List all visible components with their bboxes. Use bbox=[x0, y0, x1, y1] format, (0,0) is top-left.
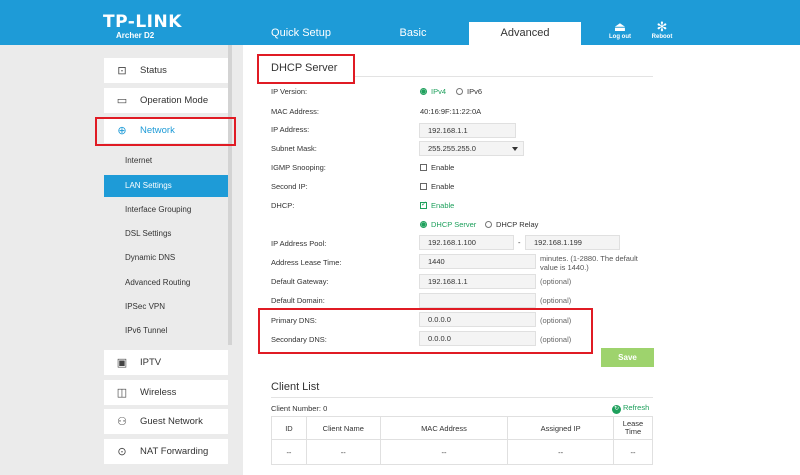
ip-pool-start-field[interactable]: 192.168.1.100 bbox=[419, 235, 514, 250]
mac-address-label: MAC Address: bbox=[271, 107, 319, 116]
lease-time-field[interactable]: 1440 bbox=[419, 254, 536, 269]
table-row: -- -- -- -- -- bbox=[271, 439, 653, 465]
sidebar-sub-advanced-routing[interactable]: Advanced Routing bbox=[104, 272, 228, 294]
default-domain-field[interactable] bbox=[419, 293, 536, 308]
reboot-icon: ✻ bbox=[656, 19, 668, 34]
dhcp-enable-checkbox[interactable]: Enable bbox=[420, 200, 454, 210]
status-icon: ⊡ bbox=[117, 65, 127, 77]
table-cell: -- bbox=[507, 439, 615, 465]
ip-address-label: IP Address: bbox=[271, 125, 310, 134]
logout-button[interactable]: ⏏ Log out bbox=[605, 19, 635, 41]
mac-address-value: 40:16:9F:11:22:0A bbox=[420, 107, 482, 116]
ip-pool-label: IP Address Pool: bbox=[271, 239, 327, 248]
table-cell: -- bbox=[379, 439, 509, 465]
top-bar: TP-LINK Archer D2 Quick Setup Basic Adva… bbox=[0, 0, 800, 45]
checkbox-icon bbox=[420, 164, 427, 171]
sidebar-item-nat-forwarding[interactable]: ⊙ NAT Forwarding bbox=[104, 439, 228, 464]
sidebar-sub-lan-settings[interactable]: LAN Settings bbox=[104, 175, 228, 197]
sidebar-item-status[interactable]: ⊡ Status bbox=[104, 58, 228, 83]
title-highlight-box bbox=[257, 54, 355, 84]
refresh-button[interactable]: ↻ Refresh bbox=[612, 403, 649, 414]
sidebar-sub-ipv6-tunnel[interactable]: IPv6 Tunnel bbox=[104, 320, 228, 342]
column-header-lease-time: Lease Time bbox=[613, 416, 653, 440]
ip-version-label: IP Version: bbox=[271, 87, 308, 96]
table-header-row: ID Client Name MAC Address Assigned IP L… bbox=[271, 416, 653, 440]
client-list-divider bbox=[271, 397, 653, 398]
dhcp-server-radio[interactable]: DHCP Server bbox=[420, 220, 476, 229]
client-number-label: Client Number: 0 bbox=[271, 404, 328, 413]
tv-icon: ▣ bbox=[116, 357, 128, 369]
chevron-down-icon bbox=[512, 147, 518, 151]
second-ip-label: Second IP: bbox=[271, 182, 308, 191]
wireless-icon: ◫ bbox=[116, 387, 128, 399]
default-gateway-label: Default Gateway: bbox=[271, 277, 329, 286]
ipv6-radio[interactable]: IPv6 bbox=[456, 87, 482, 96]
sidebar-item-iptv[interactable]: ▣ IPTV bbox=[104, 350, 228, 375]
model-name: Archer D2 bbox=[116, 31, 155, 40]
sidebar-scrollbar[interactable] bbox=[228, 45, 232, 345]
ipv4-radio[interactable]: IPv4 bbox=[420, 87, 446, 96]
radio-unchecked-icon bbox=[456, 88, 463, 95]
sidebar-item-wireless[interactable]: ◫ Wireless bbox=[104, 380, 228, 405]
ip-pool-separator: - bbox=[518, 238, 521, 247]
domain-optional-hint: (optional) bbox=[540, 296, 572, 305]
second-ip-enable-checkbox[interactable]: Enable bbox=[420, 182, 454, 191]
nat-icon: ⊙ bbox=[117, 446, 127, 458]
subnet-mask-select[interactable]: 255.255.255.0 bbox=[419, 141, 524, 156]
monitor-icon: ▭ bbox=[116, 95, 128, 107]
sidebar-sub-dynamic-dns[interactable]: Dynamic DNS bbox=[104, 247, 228, 269]
logout-icon: ⏏ bbox=[613, 19, 627, 34]
lease-time-label: Address Lease Time: bbox=[271, 258, 342, 267]
title-divider bbox=[355, 76, 653, 77]
igmp-snooping-label: IGMP Snooping: bbox=[271, 163, 326, 172]
subnet-mask-label: Subnet Mask: bbox=[271, 144, 317, 153]
column-header-assigned-ip: Assigned IP bbox=[507, 416, 615, 440]
lease-time-note: minutes. (1-2880. The default value is 14… bbox=[540, 254, 638, 272]
radio-unchecked-icon bbox=[485, 221, 492, 228]
default-domain-label: Default Domain: bbox=[271, 296, 325, 305]
radio-checked-icon bbox=[420, 88, 427, 95]
table-cell: -- bbox=[305, 439, 381, 465]
checkbox-checked-icon bbox=[420, 200, 427, 209]
network-highlight-box bbox=[95, 117, 236, 146]
sidebar-item-operation-mode[interactable]: ▭ Operation Mode bbox=[104, 88, 228, 113]
sidebar-sub-internet[interactable]: Internet bbox=[104, 150, 228, 172]
ip-address-field[interactable]: 192.168.1.1 bbox=[419, 123, 516, 138]
dhcp-label: DHCP: bbox=[271, 201, 295, 210]
dns-highlight-box bbox=[258, 308, 593, 354]
table-cell: -- bbox=[613, 439, 653, 465]
save-button[interactable]: Save bbox=[601, 348, 654, 367]
column-header-id: ID bbox=[271, 416, 307, 440]
refresh-icon: ↻ bbox=[612, 405, 621, 414]
main-content: DHCP Server IP Version: IPv4 IPv6 MAC Ad… bbox=[243, 45, 800, 475]
default-gateway-field[interactable]: 192.168.1.1 bbox=[419, 274, 536, 289]
reboot-button[interactable]: ✻ Reboot bbox=[647, 19, 677, 41]
column-header-mac-address: MAC Address bbox=[379, 416, 509, 440]
igmp-enable-checkbox[interactable]: Enable bbox=[420, 163, 454, 172]
client-list-table: ID Client Name MAC Address Assigned IP L… bbox=[271, 416, 653, 465]
radio-checked-icon bbox=[420, 221, 427, 228]
tab-basic[interactable]: Basic bbox=[357, 22, 469, 45]
table-cell: -- bbox=[271, 439, 307, 465]
client-list-title: Client List bbox=[271, 381, 320, 393]
checkbox-icon bbox=[420, 183, 427, 190]
sidebar-sub-ipsec-vpn[interactable]: IPSec VPN bbox=[104, 296, 228, 318]
sidebar-sub-dsl-settings[interactable]: DSL Settings bbox=[104, 223, 228, 245]
column-header-client-name: Client Name bbox=[305, 416, 381, 440]
guest-icon: ⚇ bbox=[117, 416, 127, 428]
sidebar-sub-interface-grouping[interactable]: Interface Grouping bbox=[104, 199, 228, 221]
sidebar-item-guest-network[interactable]: ⚇ Guest Network bbox=[104, 409, 228, 434]
ip-pool-end-field[interactable]: 192.168.1.199 bbox=[525, 235, 620, 250]
tab-quick-setup[interactable]: Quick Setup bbox=[245, 22, 357, 45]
brand-logo: TP-LINK bbox=[103, 12, 182, 32]
tab-advanced[interactable]: Advanced bbox=[469, 22, 581, 45]
dhcp-relay-radio[interactable]: DHCP Relay bbox=[485, 220, 538, 229]
gateway-optional-hint: (optional) bbox=[540, 277, 572, 286]
